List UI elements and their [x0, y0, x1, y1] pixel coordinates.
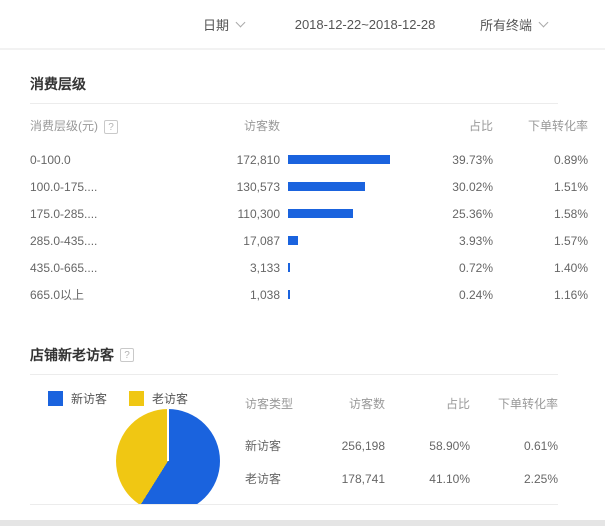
bar-fill [288, 209, 354, 218]
level-label: 665.0以上 [30, 288, 85, 302]
visitors-value: 110,300 [237, 206, 281, 221]
bar-track [288, 209, 390, 218]
table-row: 285.0-435.... 17,087 3.93% 1.57% [30, 227, 588, 254]
col-level-label: 消费层级(元)? [30, 117, 190, 134]
bar-fill [288, 182, 366, 191]
consumption-table: 消费层级(元)? 访客数 占比 下单转化率 0-100.0 172,810 39… [30, 104, 588, 322]
terminal-dropdown-label: 所有终端 [480, 17, 533, 33]
share-value: 58.90% [429, 438, 470, 453]
visitors-bar [280, 155, 390, 164]
col-type-label: 访客类型 [245, 396, 294, 411]
consumption-table-header: 消费层级(元)? 访客数 占比 下单转化率 [30, 104, 588, 146]
terminal-dropdown[interactable]: 所有终端 [480, 15, 549, 34]
conversion-value: 0.89% [553, 152, 588, 167]
help-icon[interactable]: ? [104, 119, 118, 134]
conversion-value: 0.61% [523, 438, 558, 453]
visitors-value: 172,810 [236, 152, 280, 167]
visitor-type: 新访客 [245, 439, 282, 453]
share-value: 30.02% [452, 179, 493, 194]
table-row: 175.0-285.... 110,300 25.36% 1.58% [30, 200, 588, 227]
col-share-label: 占比 [445, 396, 470, 411]
visitors-table: 访客类型 访客数 占比 下单转化率 新访客 256,198 58.90% 0.6… [245, 375, 558, 504]
conversion-value: 1.58% [553, 206, 588, 221]
conversion-value: 1.40% [553, 260, 588, 275]
legend-item-old: 老访客 [129, 390, 188, 407]
visitor-type: 老访客 [245, 472, 282, 486]
share-value: 0.72% [458, 260, 493, 275]
legend-label: 新访客 [71, 392, 108, 406]
chevron-down-icon [538, 17, 549, 27]
bar-track [288, 182, 390, 191]
help-icon[interactable]: ? [120, 348, 134, 362]
share-value: 3.93% [458, 233, 493, 248]
share-value: 39.73% [452, 152, 493, 167]
visitors-value: 3,133 [249, 260, 280, 275]
col-level-text: 消费层级(元) [30, 118, 98, 133]
filter-toolbar: 日期 2018-12-22~2018-12-28 所有终端 [0, 0, 605, 50]
conversion-value: 1.57% [553, 233, 588, 248]
visitors-value: 130,573 [236, 179, 280, 194]
bar-track [288, 263, 390, 272]
old-visitors-swatch-icon [129, 391, 145, 406]
visitors-bar [280, 182, 390, 191]
table-row: 435.0-665.... 3,133 0.72% 1.40% [30, 254, 588, 281]
table-row: 老访客 178,741 41.10% 2.25% [245, 462, 558, 495]
conversion-value: 2.25% [523, 471, 558, 486]
date-dropdown[interactable]: 日期 [203, 15, 246, 34]
consumption-section-title: 消费层级 [30, 76, 86, 92]
bar-track [288, 290, 390, 299]
col-visitors-label: 访客数 [243, 118, 280, 133]
bar-fill [288, 236, 299, 245]
visitors-section-title: 店铺新老访客 [30, 347, 114, 363]
table-row: 665.0以上 1,038 0.24% 1.16% [30, 281, 588, 308]
table-row: 新访客 256,198 58.90% 0.61% [245, 429, 558, 462]
col-conversion-label: 下单转化率 [497, 396, 558, 411]
visitors-value: 17,087 [243, 233, 280, 248]
bar-track [288, 155, 390, 164]
date-dropdown-label: 日期 [203, 17, 230, 33]
pie-legend: 新访客 老访客 [48, 390, 245, 407]
level-label: 100.0-175.... [30, 179, 98, 194]
bottom-scroll-strip [0, 520, 605, 526]
conversion-value: 1.51% [553, 179, 588, 194]
visitors-section-body: 新访客 老访客 访客类型 访客数 占比 下单转化率 新访客 256,198 58… [30, 375, 558, 505]
bar-fill [288, 290, 290, 299]
share-value: 41.10% [429, 471, 470, 486]
new-visitors-swatch-icon [48, 391, 63, 406]
visitors-value: 1,038 [249, 287, 280, 302]
bar-fill [288, 155, 390, 164]
visitors-bar [280, 263, 390, 272]
visitors-bar [280, 290, 390, 299]
col-share-label: 占比 [468, 118, 493, 133]
bar-fill [288, 263, 290, 272]
legend-label: 老访客 [152, 392, 189, 406]
pie-slice-gap [167, 409, 169, 461]
bar-track [288, 236, 390, 245]
conversion-value: 1.16% [553, 287, 588, 302]
visitors-section-header: 店铺新老访客 ? [30, 322, 558, 375]
table-row: 100.0-175.... 130,573 30.02% 1.51% [30, 173, 588, 200]
visitors-table-header: 访客类型 访客数 占比 下单转化率 [245, 391, 558, 415]
table-row: 0-100.0 172,810 39.73% 0.89% [30, 146, 588, 173]
visitors-value: 256,198 [341, 438, 385, 453]
col-visitors-label: 访客数 [348, 396, 385, 411]
consumption-section-header: 消费层级 [30, 50, 558, 104]
level-label: 285.0-435.... [30, 233, 98, 248]
share-value: 0.24% [458, 287, 493, 302]
level-label: 0-100.0 [30, 152, 71, 167]
level-label: 175.0-285.... [30, 206, 98, 221]
share-value: 25.36% [452, 206, 493, 221]
col-conversion-label: 下单转化率 [527, 118, 588, 133]
level-label: 435.0-665.... [30, 260, 98, 275]
visitors-bar [280, 236, 390, 245]
date-range-display[interactable]: 2018-12-22~2018-12-28 [290, 17, 440, 32]
new-old-visitors-pie [116, 409, 220, 504]
visitors-bar [280, 209, 390, 218]
chevron-down-icon [235, 17, 246, 27]
visitors-value: 178,741 [341, 471, 385, 486]
legend-item-new: 新访客 [48, 390, 107, 407]
pie-chart-area: 新访客 老访客 [30, 375, 245, 504]
